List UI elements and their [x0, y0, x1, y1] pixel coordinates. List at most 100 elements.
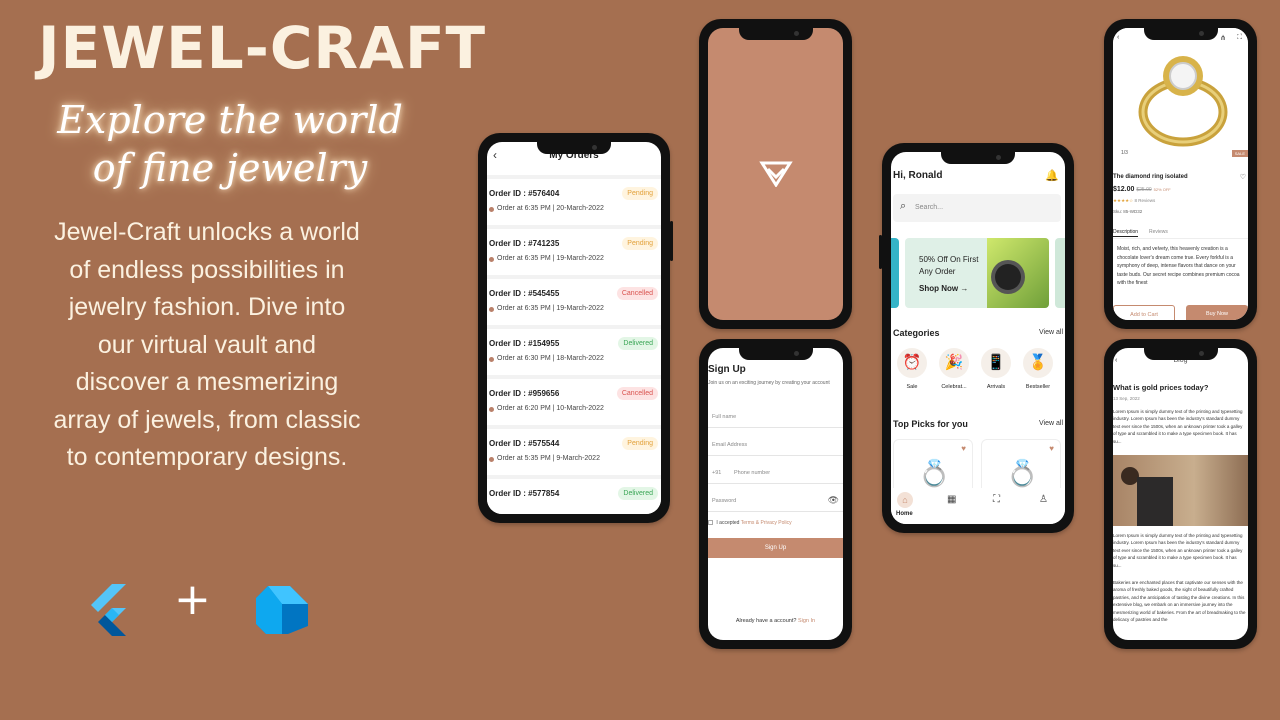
categories-title: Categories [893, 328, 940, 338]
diamond-logo-icon [758, 161, 793, 187]
blog-paragraph: Lorem Ipsum is simply dummy text of the … [1113, 533, 1243, 568]
ring-image: 💍 [1006, 458, 1039, 488]
order-date: Order at 6:35 PM | 19-March-2022 [497, 255, 604, 262]
back-icon[interactable]: ‹ [1117, 34, 1119, 41]
checkbox[interactable] [708, 520, 713, 526]
order-id: Order ID : #576404 [489, 189, 560, 198]
brand-title: JEWEL-CRAFT [38, 14, 487, 82]
status-badge: Pending [622, 237, 658, 250]
status-badge: Cancelled [616, 387, 658, 400]
top-picks-view-all[interactable]: View all [1039, 420, 1063, 427]
sign-up-button[interactable]: Sign Up [708, 538, 843, 558]
plus-sign: + [174, 574, 211, 625]
dart-logo-icon [256, 586, 308, 634]
order-date: Order at 6:35 PM | 20-March-2022 [497, 205, 604, 212]
product-tabs: Description Reviews [1113, 227, 1248, 239]
blog-heading: What is gold prices today? [1113, 383, 1209, 392]
shop-now-button[interactable]: Shop Now → [919, 284, 968, 293]
product-image [1113, 28, 1248, 166]
promo-banner[interactable]: 50% Off On First Any Order Shop Now → [905, 238, 1049, 308]
heart-icon[interactable]: ♡ [1240, 173, 1246, 181]
dot-icon [489, 357, 494, 362]
banner-prev[interactable] [891, 238, 899, 308]
home-icon[interactable]: ⌂ [897, 492, 913, 508]
order-row[interactable]: Order ID : #741235 Order at 6:35 PM | 19… [487, 225, 661, 270]
tab-description[interactable]: Description [1113, 229, 1139, 237]
buy-now-button[interactable]: Buy Now [1186, 305, 1248, 320]
status-badge: Cancelled [616, 287, 658, 300]
password-field[interactable]: Password 👁 [708, 490, 843, 512]
order-row[interactable]: Order ID : #959656 Order at 6:20 PM | 10… [487, 375, 661, 420]
old-price: $25.00 [1136, 187, 1152, 193]
tab-reviews[interactable]: Reviews [1149, 229, 1168, 235]
nav-home-label[interactable]: Home [896, 511, 913, 517]
promo-description: Jewel-Craft unlocks a world of endless p… [53, 218, 361, 471]
heart-icon[interactable]: ♥ [1049, 444, 1054, 453]
phone-field[interactable]: +91 Phone number [708, 462, 843, 484]
sign-in-link[interactable]: Sign In [798, 618, 815, 624]
phone-product: ‹ ⋔ ⛶ 1/3 SALE The diamond ring isolated… [1104, 19, 1257, 329]
product-screen: ‹ ⋔ ⛶ 1/3 SALE The diamond ring isolated… [1113, 28, 1248, 320]
search-input[interactable]: ⌕ Search... [893, 194, 1061, 222]
email-field[interactable]: Email Address [708, 434, 843, 456]
order-row[interactable]: Order ID : #545455 Order at 6:35 PM | 19… [487, 275, 661, 320]
terms-link[interactable]: Terms & Privacy Policy [741, 520, 792, 526]
phone-home: Hi, Ronald 🔔 ⌕ Search... 50% Off On Firs… [879, 143, 1074, 533]
order-row[interactable]: Order ID : #577854 Delivered [487, 475, 661, 514]
bag-icon[interactable]: ⛶ [1237, 34, 1242, 42]
grid-icon[interactable]: ▦ [947, 494, 956, 505]
full-name-field[interactable]: Full name [708, 406, 843, 428]
order-id: Order ID : #545455 [489, 289, 560, 298]
dot-icon [489, 257, 494, 262]
blog-image [1113, 455, 1248, 526]
product-name: The diamond ring isolated [1113, 174, 1188, 180]
tech-logos: + [88, 574, 318, 638]
ring-image: 💍 [918, 458, 951, 488]
dot-icon [489, 207, 494, 212]
dot-icon [489, 407, 494, 412]
add-to-cart-button[interactable]: Add to Cart [1113, 305, 1175, 320]
phone-icon: 📱 [981, 348, 1011, 378]
tagline: Explore the world of fine jewelry [57, 98, 403, 190]
order-id: Order ID : #154955 [489, 339, 560, 348]
category-item[interactable]: ⏰ Sale [895, 348, 929, 390]
diamond-ring-image [1138, 56, 1228, 147]
sale-badge: SALE [1231, 150, 1248, 157]
orders-screen: ‹ My Orders Order ID : #576404 Order at … [487, 142, 661, 514]
bag-icon[interactable]: ⛶ [993, 494, 1000, 505]
bottom-nav: ⌂ Home ▦ ⛶ ♙ [891, 488, 1065, 524]
category-item[interactable]: 📱 Arrivals [979, 348, 1013, 390]
medal-icon: 🏅 [1023, 348, 1053, 378]
status-badge: Delivered [618, 487, 658, 500]
terms-checkbox[interactable]: I accepted Terms & Privacy Policy [708, 520, 792, 526]
phone-blog: ‹ Blog What is gold prices today? 13 Sep… [1104, 339, 1257, 649]
signin-prompt: Already have a account? Sign In [735, 618, 816, 624]
country-code[interactable]: +91 [712, 470, 721, 476]
top-picks-title: Top Picks for you [893, 419, 968, 429]
category-item[interactable]: 🏅 Bestseller [1021, 348, 1055, 390]
eye-icon[interactable]: 👁 [828, 495, 839, 506]
user-icon[interactable]: ♙ [1039, 494, 1048, 505]
signup-screen: Sign Up Join us on an exciting journey b… [708, 348, 843, 640]
greeting: Hi, Ronald [893, 170, 943, 181]
page-title: Sign Up [708, 364, 746, 375]
alarm-clock-icon: ⏰ [897, 348, 927, 378]
blog-date: 13 Sep, 2022 [1113, 396, 1140, 401]
order-row[interactable]: Order ID : #154955 Order at 6:30 PM | 18… [487, 325, 661, 370]
order-id: Order ID : #741235 [489, 239, 560, 248]
product-description: Moist, rich, and velvety, this heavenly … [1117, 246, 1240, 286]
categories-view-all[interactable]: View all [1039, 329, 1063, 336]
phone-signup: Sign Up Join us on an exciting journey b… [699, 339, 852, 649]
bell-icon[interactable]: 🔔 [1045, 169, 1059, 182]
order-id: Order ID : #577854 [489, 489, 560, 498]
share-icon[interactable]: ⋔ [1220, 34, 1226, 42]
heart-icon[interactable]: ♥ [961, 444, 966, 453]
category-item[interactable]: 🎉 Celebrat... [937, 348, 971, 390]
order-row[interactable]: Order ID : #576404 Order at 6:35 PM | 20… [487, 175, 661, 220]
flutter-logo-icon [91, 584, 126, 636]
phone-splash [699, 19, 852, 329]
order-row[interactable]: Order ID : #575544 Order at 5:35 PM | 9-… [487, 425, 661, 470]
camera-image [987, 238, 1049, 308]
search-icon: ⌕ [900, 200, 907, 212]
banner-next[interactable] [1055, 238, 1065, 308]
